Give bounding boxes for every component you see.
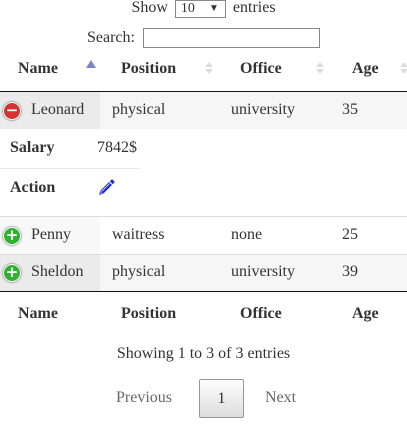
column-header-name[interactable]: Name: [18, 60, 58, 78]
cell-age: 35: [342, 101, 358, 118]
search-input[interactable]: [142, 28, 320, 49]
footer-header-office: Office: [240, 305, 282, 322]
dropdown-arrow-icon: ▼: [208, 3, 219, 14]
footer-border: [0, 291, 407, 292]
entries-label: entries: [232, 0, 276, 16]
sort-both-icon: [400, 62, 407, 76]
table-row[interactable]: − Leonard physical university 35: [0, 92, 407, 129]
sort-both-icon: [316, 62, 324, 76]
page-button-current[interactable]: 1: [199, 379, 244, 418]
page-length-select[interactable]: 10 ▼: [174, 0, 226, 18]
search-filter: Search:: [0, 27, 407, 49]
table-row[interactable]: + Sheldon physical university 39: [0, 255, 407, 291]
column-header-office[interactable]: Office: [240, 60, 282, 78]
salary-label: Salary: [10, 139, 55, 156]
cell-name: Penny: [31, 226, 71, 243]
cell-position: physical: [112, 263, 166, 280]
salary-value: 7842$: [97, 139, 137, 156]
column-header-position[interactable]: Position: [121, 60, 176, 78]
search-label: Search:: [87, 29, 135, 46]
child-item-action: Action: [0, 169, 140, 209]
child-item-salary: Salary 7842$: [0, 129, 140, 169]
cell-age: 39: [342, 263, 358, 280]
expand-row-icon[interactable]: +: [3, 227, 21, 245]
sort-ascending-icon: [86, 60, 96, 70]
table-info: Showing 1 to 3 of 3 entries: [116, 345, 291, 362]
cell-office: university: [231, 101, 295, 118]
footer-header-age: Age: [352, 305, 379, 322]
column-header-age[interactable]: Age: [352, 60, 379, 78]
child-details: Salary 7842$ Action: [0, 129, 407, 216]
next-button[interactable]: Next: [265, 389, 296, 407]
cell-name: Leonard: [31, 101, 85, 118]
cell-age: 25: [342, 226, 358, 243]
cell-office: university: [231, 263, 295, 280]
page-length-value: 10: [180, 1, 195, 16]
expand-row-icon[interactable]: +: [3, 264, 21, 282]
length-control: Show 10 ▼ entries: [0, 0, 407, 18]
show-label: Show: [131, 0, 168, 16]
action-label: Action: [10, 179, 56, 196]
cell-name: Sheldon: [31, 263, 84, 280]
footer-header-position: Position: [121, 305, 177, 322]
previous-button[interactable]: Previous: [116, 389, 172, 407]
footer-header-name: Name: [18, 305, 58, 322]
cell-position: waitress: [112, 226, 165, 243]
pencil-icon[interactable]: [96, 178, 116, 198]
table-row[interactable]: + Penny waitress none 25: [0, 217, 407, 254]
collapse-row-icon[interactable]: −: [3, 102, 21, 120]
cell-position: physical: [112, 101, 166, 118]
sort-both-icon: [205, 62, 213, 76]
cell-office: none: [231, 226, 263, 243]
